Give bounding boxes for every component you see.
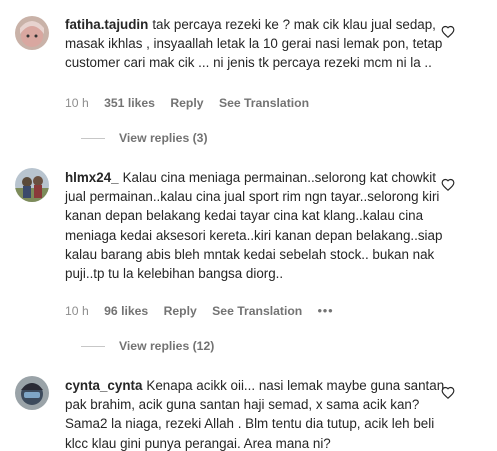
- view-replies-button[interactable]: View replies (12): [81, 339, 214, 353]
- reply-button[interactable]: Reply: [164, 304, 197, 318]
- comment-body: cynta_cynta Kenapa acikk oii... nasi lema…: [65, 376, 450, 451]
- reply-button[interactable]: Reply: [170, 96, 203, 110]
- replies-divider: [81, 346, 105, 348]
- comment-username[interactable]: hlmx24_: [65, 170, 119, 185]
- comment-username[interactable]: cynta_cynta: [65, 378, 142, 393]
- more-options-icon[interactable]: •••: [318, 304, 334, 318]
- view-replies-button[interactable]: View replies (3): [81, 131, 208, 145]
- comment-time: 10 h: [65, 304, 89, 318]
- likes-count[interactable]: 351 likes: [104, 96, 155, 110]
- avatar[interactable]: [15, 168, 49, 202]
- see-translation-button[interactable]: See Translation: [219, 96, 309, 110]
- comment-body: hlmx24_ Kalau cina meniaga permainan..sel…: [65, 168, 450, 283]
- heart-icon[interactable]: [441, 178, 455, 192]
- view-replies-label: View replies (12): [119, 339, 215, 353]
- comment-username[interactable]: fatiha.tajudin: [65, 17, 148, 32]
- avatar[interactable]: [15, 376, 49, 410]
- comment-time: 10 h: [65, 96, 89, 110]
- heart-icon[interactable]: [441, 25, 455, 39]
- view-replies-label: View replies (3): [119, 131, 208, 145]
- see-translation-button[interactable]: See Translation: [212, 304, 302, 318]
- likes-count[interactable]: 96 likes: [104, 304, 148, 318]
- comment-meta: 10 h 351 likes Reply See Translation: [65, 96, 321, 110]
- heart-icon[interactable]: [441, 386, 455, 400]
- replies-divider: [81, 138, 105, 140]
- comment-text: Kalau cina meniaga permainan..selorong k…: [65, 170, 443, 282]
- comment-meta: 10 h 96 likes Reply See Translation •••: [65, 304, 345, 318]
- comment-body: fatiha.tajudin tak percaya rezeki ke ? ma…: [65, 15, 450, 73]
- avatar[interactable]: [15, 16, 49, 50]
